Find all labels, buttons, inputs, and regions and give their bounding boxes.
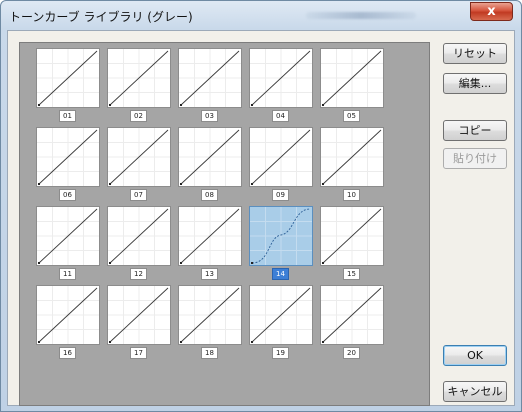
tone-curve-thumbnail[interactable] [107, 285, 171, 345]
tone-curve-graph [250, 128, 312, 186]
tone-curve-graph [321, 128, 383, 186]
tone-curve-graph [179, 128, 241, 186]
curve-origin-point [251, 262, 253, 264]
thumbnail-label: 02 [130, 110, 147, 122]
curve-origin-point [109, 183, 111, 185]
reset-button[interactable]: リセット [443, 43, 507, 64]
ok-button[interactable]: OK [443, 345, 507, 366]
tone-curve-thumbnail[interactable] [320, 127, 384, 187]
curve-origin-point [322, 341, 324, 343]
thumbnail-label: 16 [59, 347, 76, 359]
tone-curve-thumbnail[interactable] [178, 127, 242, 187]
thumbnail-label: 20 [343, 347, 360, 359]
tone-curve-graph [321, 207, 383, 265]
tone-curve-graph [108, 128, 170, 186]
tone-curve-graph [37, 49, 99, 107]
thumbnail-label: 17 [130, 347, 147, 359]
tone-curve-graph [250, 207, 312, 265]
thumbnail-label: 19 [272, 347, 289, 359]
tone-curve-graph [108, 49, 170, 107]
curve-origin-point [251, 104, 253, 106]
title-bar[interactable]: トーンカーブ ライブラリ (グレー) x [1, 1, 521, 29]
curve-origin-point [109, 341, 111, 343]
tone-curve-graph [37, 128, 99, 186]
tone-curve-thumbnail[interactable] [36, 127, 100, 187]
tone-curve-thumbnail[interactable] [178, 206, 242, 266]
thumbnail-label: 18 [201, 347, 218, 359]
tone-curve-graph [37, 286, 99, 344]
tone-curve-thumbnail[interactable] [107, 206, 171, 266]
curve-origin-point [322, 104, 324, 106]
curve-origin-point [251, 341, 253, 343]
thumbnail-label: 12 [130, 268, 147, 280]
tone-curve-graph [250, 49, 312, 107]
tone-curve-thumbnail[interactable] [36, 48, 100, 108]
thumbnail-label: 06 [59, 189, 76, 201]
thumbnail-label: 05 [343, 110, 360, 122]
curve-origin-point [322, 262, 324, 264]
tone-curve-thumbnail[interactable] [178, 48, 242, 108]
tone-curve-thumbnail[interactable] [178, 285, 242, 345]
tone-curve-graph [321, 49, 383, 107]
curve-origin-point [38, 341, 40, 343]
curve-origin-point [180, 262, 182, 264]
close-icon: x [487, 4, 496, 19]
curve-origin-point [180, 341, 182, 343]
dialog-body: 01 02 03 04 05 06 07 08 09 10 11 12 13 14 15 16 17 18 19 20… [7, 30, 515, 406]
curve-origin-point [322, 183, 324, 185]
tone-curve-thumbnail[interactable] [249, 285, 313, 345]
thumbnail-label: 11 [59, 268, 76, 280]
tone-curve-thumbnail[interactable] [249, 127, 313, 187]
dialog-window: トーンカーブ ライブラリ (グレー) x 01 02 03 04 05 06 07 08 09 1… [0, 0, 522, 412]
thumbnail-label: 03 [201, 110, 218, 122]
tone-curve-graph [179, 49, 241, 107]
tone-curve-graph [37, 207, 99, 265]
tone-curve-thumbnail[interactable] [249, 48, 313, 108]
thumbnail-label: 04 [272, 110, 289, 122]
close-button[interactable]: x [470, 2, 513, 21]
tone-curve-thumbnail[interactable] [249, 206, 313, 266]
thumbnail-label: 13 [201, 268, 218, 280]
tone-curve-graph [108, 207, 170, 265]
paste-button[interactable]: 貼り付け [443, 148, 507, 169]
copy-button[interactable]: コピー [443, 120, 507, 141]
tone-curve-thumbnail[interactable] [107, 48, 171, 108]
tone-curve-thumbnail[interactable] [320, 206, 384, 266]
edit-button[interactable]: 編集... [443, 73, 507, 94]
tone-curve-thumbnail[interactable] [320, 285, 384, 345]
tone-curve-graph [321, 286, 383, 344]
thumbnail-label: 01 [59, 110, 76, 122]
window-title: トーンカーブ ライブラリ (グレー) [9, 10, 193, 24]
tone-curve-thumbnail[interactable] [107, 127, 171, 187]
curve-origin-point [38, 104, 40, 106]
thumbnail-label: 14 [272, 268, 289, 280]
curve-origin-point [180, 183, 182, 185]
curve-origin-point [109, 262, 111, 264]
tone-curve-thumbnail[interactable] [320, 48, 384, 108]
thumbnail-label: 09 [272, 189, 289, 201]
curve-library-grid[interactable]: 01 02 03 04 05 06 07 08 09 10 11 12 13 14 15 16 17 18 19 20 [19, 42, 430, 406]
thumbnail-label: 08 [201, 189, 218, 201]
tone-curve-graph [250, 286, 312, 344]
thumbnail-label: 07 [130, 189, 147, 201]
title-bar-blur [306, 12, 416, 19]
thumbnail-label: 10 [343, 189, 360, 201]
curve-origin-point [251, 183, 253, 185]
tone-curve-thumbnail[interactable] [36, 206, 100, 266]
tone-curve-thumbnail[interactable] [36, 285, 100, 345]
curve-origin-point [109, 104, 111, 106]
thumbnail-label: 15 [343, 268, 360, 280]
curve-origin-point [180, 104, 182, 106]
tone-curve-graph [179, 207, 241, 265]
curve-origin-point [38, 183, 40, 185]
cancel-button[interactable]: キャンセル [443, 381, 507, 402]
curve-origin-point [38, 262, 40, 264]
tone-curve-graph [179, 286, 241, 344]
tone-curve-graph [108, 286, 170, 344]
